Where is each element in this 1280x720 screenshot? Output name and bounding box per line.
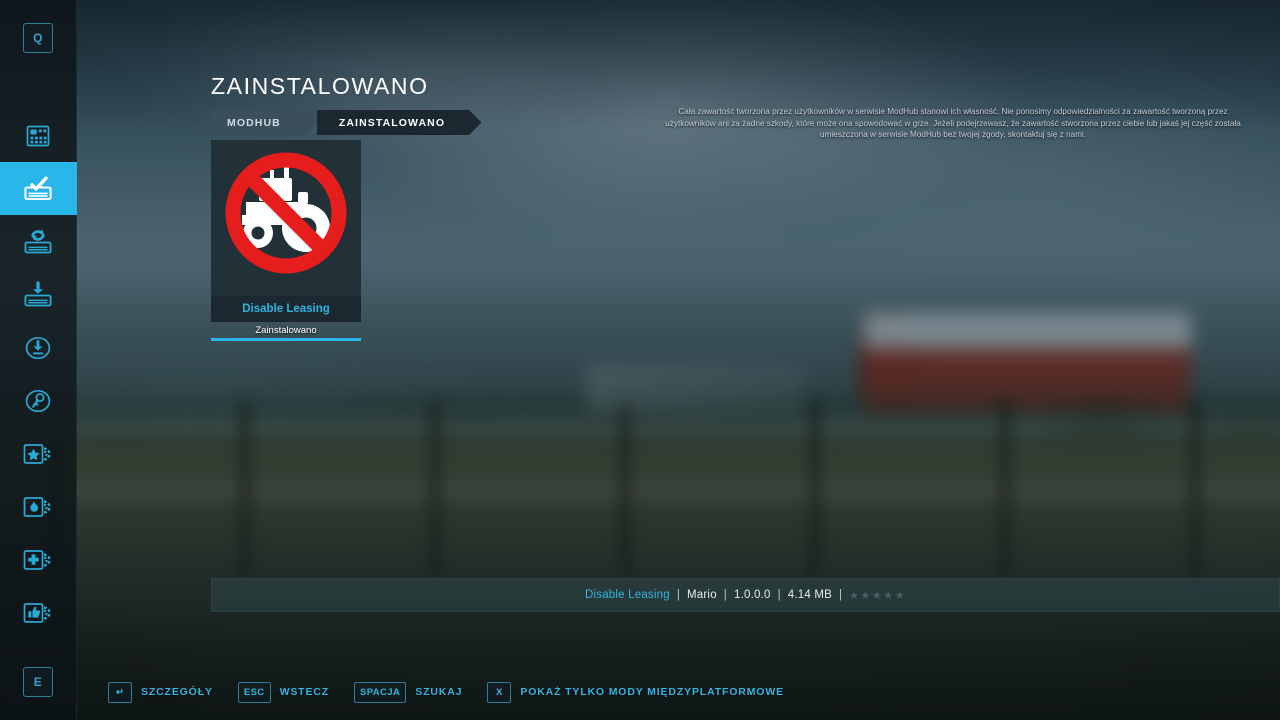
- main-content: ZAINSTALOWANO MODHUB ZAINSTALOWANO Cała …: [77, 0, 1280, 720]
- disclaimer-text: Cała zawartość tworzona przez użytkownik…: [665, 107, 1241, 140]
- no-tractor-icon: [212, 140, 360, 296]
- mod-card-title: Disable Leasing: [211, 296, 361, 322]
- footer-help-bar: ↵ SZCZEGÓŁY ESC WSTECZ SPACJA SZUKAJ X P…: [0, 664, 1280, 720]
- info-author: Mario: [687, 589, 717, 601]
- selected-mod-info-bar: Disable Leasing | Mario | 1.0.0.0 | 4.14…: [211, 578, 1280, 612]
- sidebar-item-featured[interactable]: [0, 427, 77, 480]
- esc-key-icon: ESC: [237, 681, 271, 703]
- breadcrumb-label: MODHUB: [227, 116, 281, 129]
- help-label-details: SZCZEGÓŁY: [141, 686, 213, 698]
- grid-icon: [24, 122, 52, 150]
- help-label-back: WSTECZ: [279, 686, 329, 698]
- star-gear-icon: [21, 440, 55, 468]
- sidebar-item-downloading[interactable]: [0, 268, 77, 321]
- sidebar-item-installed[interactable]: [0, 162, 77, 215]
- plus-gear-icon: [21, 546, 55, 574]
- enter-key-icon: ↵: [108, 681, 132, 703]
- prev-page-key-hint[interactable]: Q: [23, 23, 53, 53]
- download-circle-icon: [24, 334, 52, 362]
- info-separator: |: [777, 589, 781, 601]
- breadcrumb-item-installed[interactable]: ZAINSTALOWANO: [316, 110, 482, 135]
- sidebar-item-download[interactable]: [0, 321, 77, 374]
- mod-title-label: Disable Leasing: [242, 303, 330, 315]
- help-label-search: SZUKAJ: [415, 686, 463, 698]
- info-mod-name: Disable Leasing: [585, 589, 670, 601]
- key-search-icon: [24, 387, 52, 415]
- sidebar-item-popular[interactable]: [0, 480, 77, 533]
- mod-card-status: Zainstalowano: [255, 324, 317, 336]
- installed-check-icon: [22, 174, 54, 204]
- help-action-back[interactable]: ESC WSTECZ: [237, 681, 329, 703]
- info-version: 1.0.0.0: [733, 589, 771, 601]
- sidebar-nav-list: [0, 109, 77, 639]
- update-sync-icon: [22, 227, 54, 257]
- page-title: ZAINSTALOWANO: [211, 73, 429, 99]
- left-sidebar: Q E: [0, 0, 77, 720]
- sidebar-item-new[interactable]: [0, 533, 77, 586]
- breadcrumb-item-modhub[interactable]: MODHUB: [211, 110, 317, 135]
- info-size: 4.14 MB: [787, 589, 832, 601]
- info-separator: |: [676, 589, 681, 601]
- mod-card-selection-bar: [211, 338, 361, 341]
- rating-stars: ★★★★★: [849, 589, 906, 602]
- help-label-crossplatform: POKAŻ TYLKO MODY MIĘDZYPLATFORMOWE: [520, 686, 784, 698]
- mod-thumbnail: [211, 140, 361, 296]
- mod-card[interactable]: Disable Leasing Zainstalowano: [211, 140, 361, 341]
- help-action-crossplatform[interactable]: X POKAŻ TYLKO MODY MIĘDZYPLATFORMOWE: [487, 681, 784, 703]
- thumb-gear-icon: [21, 599, 55, 627]
- help-action-search[interactable]: SPACJA SZUKAJ: [354, 681, 463, 703]
- breadcrumb-label: ZAINSTALOWANO: [338, 116, 446, 129]
- sidebar-item-modhub[interactable]: [0, 109, 77, 162]
- breadcrumb: MODHUB ZAINSTALOWANO: [211, 110, 482, 135]
- space-key-icon: SPACJA: [354, 681, 407, 703]
- chevron-right-icon: [469, 110, 482, 135]
- download-box-icon: [22, 280, 54, 310]
- x-key-icon: X: [487, 681, 512, 703]
- sidebar-item-top-rated[interactable]: [0, 586, 77, 639]
- info-separator: |: [723, 589, 727, 601]
- sidebar-item-updates[interactable]: [0, 215, 77, 268]
- sidebar-item-search[interactable]: [0, 374, 77, 427]
- flame-gear-icon: [21, 493, 55, 521]
- chevron-right-icon: [304, 110, 317, 135]
- info-separator: |: [838, 589, 843, 601]
- help-action-details[interactable]: ↵ SZCZEGÓŁY: [108, 681, 213, 703]
- prev-page-key-label: Q: [33, 31, 43, 45]
